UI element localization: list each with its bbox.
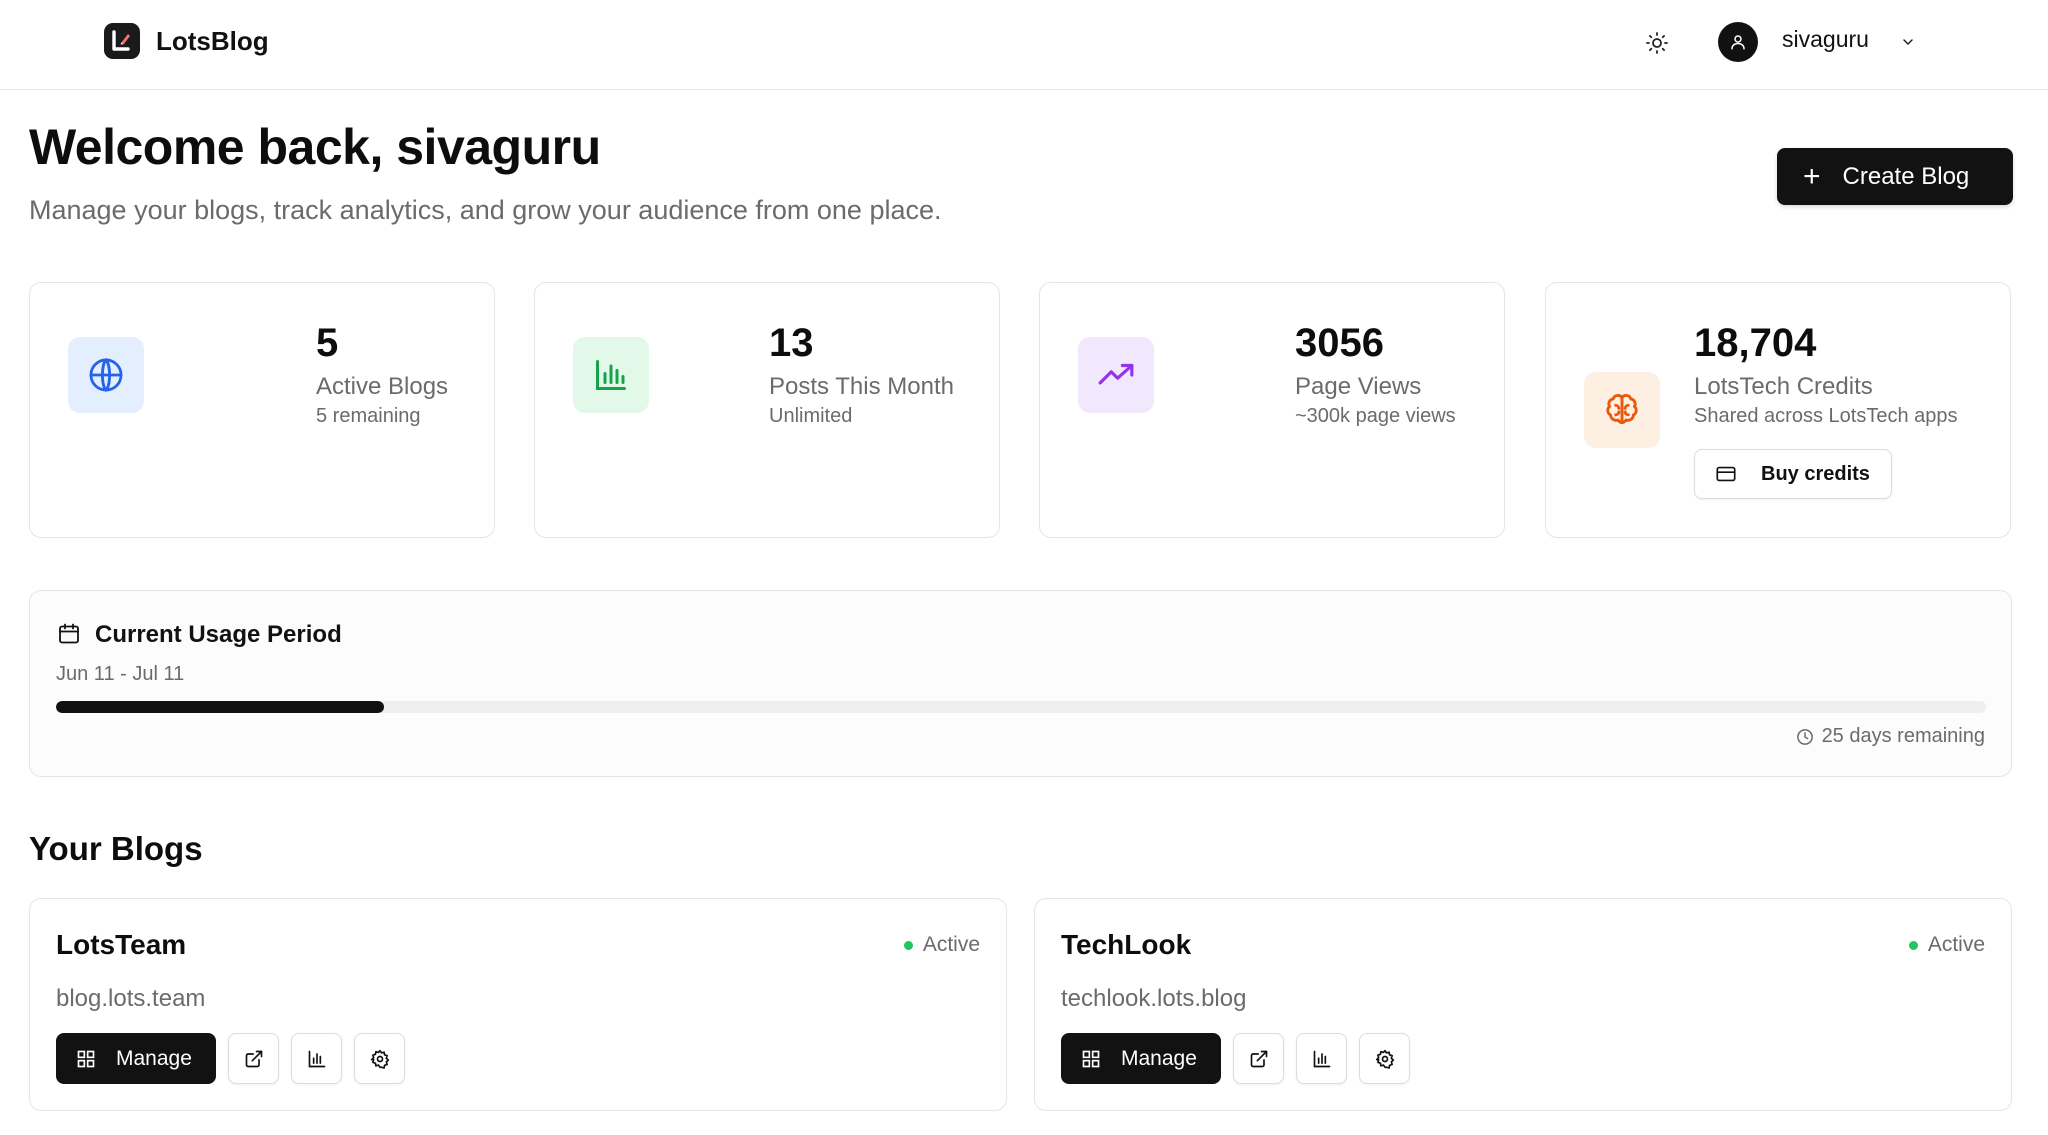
open-blog-button[interactable]: [1233, 1033, 1284, 1084]
status-label: Active: [922, 933, 980, 956]
user-menu-name[interactable]: sivaguru: [1782, 26, 1869, 53]
blog-url: blog.lots.team: [56, 985, 206, 1012]
user-icon: [1731, 35, 1745, 50]
status-badge: Active: [903, 933, 980, 957]
chevron-down-icon: [1903, 39, 1913, 45]
trending-up-icon: [1078, 337, 1154, 413]
bar-chart-icon: [1313, 1050, 1330, 1067]
status-dot: [1908, 940, 1918, 950]
blog-analytics-button[interactable]: [291, 1033, 342, 1084]
bar-chart-icon: [308, 1050, 325, 1067]
manage-label: Manage: [116, 1046, 192, 1070]
usage-progress-fill: [56, 701, 385, 713]
app-name[interactable]: LotsBlog: [156, 26, 269, 57]
days-remaining: 25 days remaining: [1796, 725, 1985, 748]
sun-icon: [1646, 32, 1668, 54]
stat-value: 3056: [1295, 321, 1384, 365]
grid-icon: [1082, 1050, 1100, 1067]
app-logo-icon[interactable]: [104, 23, 140, 59]
stat-label: Posts This Month: [769, 373, 954, 400]
external-link-icon: [1250, 1050, 1267, 1067]
manage-label: Manage: [1121, 1046, 1197, 1070]
credit-card-icon: [1716, 466, 1736, 482]
stat-label: Page Views: [1295, 373, 1422, 400]
manage-blog-button[interactable]: Manage: [56, 1033, 216, 1084]
plus-icon: +: [1803, 159, 1821, 193]
stat-value: 13: [769, 321, 814, 365]
blog-url: techlook.lots.blog: [1061, 985, 1247, 1012]
usage-progress-track: [56, 701, 1986, 713]
stat-card-posts: 13 Posts This Month Unlimited: [534, 282, 1000, 538]
theme-toggle-button[interactable]: [1640, 26, 1674, 60]
usage-period-card: Current Usage Period Jun 11 - Jul 11 25 …: [29, 590, 2012, 777]
stat-card-page-views: 3056 Page Views ~300k page views: [1039, 282, 1505, 538]
stat-sub: 5 remaining: [316, 405, 421, 427]
usage-dates: Jun 11 - Jul 11: [56, 663, 185, 685]
page-title: Welcome back, sivaguru: [29, 119, 601, 175]
stat-card-active-blogs: 5 Active Blogs 5 remaining: [29, 282, 495, 538]
days-remaining-label: 25 days remaining: [1821, 725, 1985, 747]
create-blog-label: Create Blog: [1842, 162, 1970, 190]
page-subtitle: Manage your blogs, track analytics, and …: [29, 195, 942, 225]
stat-sub: Unlimited: [769, 405, 853, 427]
blogs-section-title: Your Blogs: [29, 830, 203, 867]
stat-label: LotsTech Credits: [1694, 373, 1873, 400]
blog-card-techlook: TechLook Active techlook.lots.blog Manag…: [1034, 898, 2012, 1111]
calendar-icon: [56, 621, 82, 647]
bar-chart-icon: [573, 337, 649, 413]
brain-icon: [1584, 372, 1660, 448]
blog-name: LotsTeam: [56, 929, 187, 960]
manage-blog-button[interactable]: Manage: [1061, 1033, 1221, 1084]
blog-analytics-button[interactable]: [1296, 1033, 1347, 1084]
top-header: LotsBlog sivaguru: [0, 0, 2048, 90]
buy-credits-button[interactable]: Buy credits: [1694, 449, 1892, 499]
buy-credits-label: Buy credits: [1761, 462, 1870, 485]
stat-value: 18,704: [1694, 321, 1817, 365]
grid-icon: [77, 1050, 95, 1067]
usage-title: Current Usage Period: [95, 621, 342, 648]
stat-sub: Shared across LotsTech apps: [1694, 405, 1958, 427]
create-blog-button[interactable]: + Create Blog: [1777, 148, 2013, 205]
blog-name: TechLook: [1061, 929, 1192, 960]
blog-card-lotsteam: LotsTeam Active blog.lots.team Manage: [29, 898, 1007, 1111]
user-menu-toggle[interactable]: [1896, 30, 1920, 54]
stat-sub: ~300k page views: [1295, 405, 1456, 427]
stat-label: Active Blogs: [316, 373, 449, 400]
gear-icon: [1375, 1049, 1394, 1069]
status-dot: [903, 940, 913, 950]
blog-settings-button[interactable]: [354, 1033, 405, 1084]
gear-icon: [370, 1049, 389, 1069]
globe-icon: [68, 337, 144, 413]
blog-settings-button[interactable]: [1359, 1033, 1410, 1084]
stat-value: 5: [316, 321, 339, 365]
status-label: Active: [1927, 933, 1985, 956]
status-badge: Active: [1908, 933, 1985, 957]
open-blog-button[interactable]: [228, 1033, 279, 1084]
stat-card-credits: 18,704 LotsTech Credits Shared across Lo…: [1545, 282, 2011, 538]
user-avatar[interactable]: [1718, 22, 1758, 62]
clock-icon: [1796, 728, 1813, 745]
external-link-icon: [245, 1050, 262, 1067]
